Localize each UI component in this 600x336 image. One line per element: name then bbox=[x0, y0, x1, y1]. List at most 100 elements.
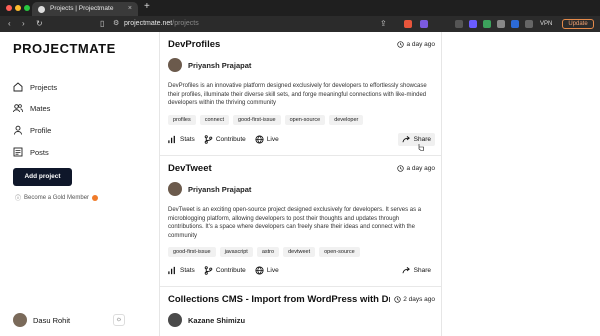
tag[interactable]: open-source bbox=[284, 115, 326, 125]
time-label: a day ago bbox=[406, 41, 435, 48]
reload-icon[interactable]: ↻ bbox=[36, 18, 43, 30]
live-button[interactable]: Live bbox=[255, 266, 279, 275]
stats-label: Stats bbox=[180, 267, 195, 274]
git-branch-icon bbox=[204, 135, 213, 144]
extension-icon[interactable] bbox=[455, 20, 463, 28]
forward-icon[interactable]: › bbox=[22, 18, 25, 30]
theme-toggle-button[interactable]: ☼ bbox=[113, 314, 125, 326]
home-icon bbox=[13, 82, 23, 92]
url-domain: projectmate.net bbox=[124, 20, 173, 27]
git-branch-icon bbox=[204, 266, 213, 275]
tab-title: Projects | Projectmate bbox=[50, 5, 114, 12]
project-author[interactable]: Kazane Shimizu bbox=[168, 313, 245, 327]
maximize-window-button[interactable] bbox=[24, 5, 30, 11]
user-name: Dasu Rohit bbox=[33, 315, 71, 325]
author-name: Kazane Shimizu bbox=[188, 315, 246, 325]
share-label: Share bbox=[413, 267, 431, 274]
project-actions: Stats Contribute Live Share bbox=[168, 266, 435, 275]
sun-icon: ☼ bbox=[115, 316, 123, 323]
tag-list: good-first-issue javascript astro devtwe… bbox=[168, 247, 360, 257]
site-info-icon[interactable]: ⚙ bbox=[113, 18, 119, 30]
share-page-icon[interactable]: ⇪ bbox=[380, 18, 387, 30]
share-label: Share bbox=[413, 136, 431, 143]
extension-icon[interactable] bbox=[483, 20, 491, 28]
contribute-button[interactable]: Contribute bbox=[204, 266, 246, 275]
sidebar-item-label: Profile bbox=[30, 125, 52, 135]
tag[interactable]: good-first-issue bbox=[233, 115, 281, 125]
posts-icon bbox=[13, 147, 23, 157]
project-title[interactable]: DevTweet bbox=[168, 163, 390, 174]
tag[interactable]: open-source bbox=[319, 247, 360, 257]
project-time: a day ago bbox=[397, 41, 435, 48]
tag[interactable]: developer bbox=[329, 115, 364, 125]
history-icon bbox=[397, 165, 405, 172]
tag[interactable]: astro bbox=[256, 247, 280, 257]
extension-icon[interactable] bbox=[511, 20, 519, 28]
add-project-button[interactable]: Add project bbox=[13, 168, 72, 186]
project-time: a day ago bbox=[397, 165, 435, 172]
sidebar-item-label: Mates bbox=[30, 103, 51, 113]
stats-button[interactable]: Stats bbox=[168, 266, 195, 275]
live-label: Live bbox=[266, 136, 279, 143]
contribute-button[interactable]: Contribute bbox=[204, 135, 246, 144]
app-logo[interactable]: PROJECTMATE bbox=[13, 41, 116, 56]
close-window-button[interactable] bbox=[6, 5, 12, 11]
vpn-button[interactable]: VPN bbox=[540, 18, 552, 30]
history-icon bbox=[397, 41, 405, 48]
url-path: /projects bbox=[172, 20, 199, 27]
brave-shield-icon[interactable] bbox=[404, 20, 412, 28]
live-button[interactable]: Live bbox=[255, 135, 279, 144]
contribute-label: Contribute bbox=[215, 267, 246, 274]
stats-label: Stats bbox=[180, 136, 195, 143]
share-button[interactable]: Share bbox=[397, 133, 435, 146]
minimize-window-button[interactable] bbox=[15, 5, 21, 11]
extension-icon[interactable] bbox=[497, 20, 505, 28]
project-card: Collections CMS - Import from WordPress … bbox=[160, 288, 441, 336]
sidebar-item-label: Posts bbox=[30, 147, 49, 157]
sidebar-item-projects[interactable]: Projects bbox=[13, 80, 57, 94]
new-tab-button[interactable]: + bbox=[144, 1, 150, 12]
time-label: 2 days ago bbox=[403, 296, 435, 303]
extension-icon[interactable] bbox=[469, 20, 477, 28]
favicon-icon bbox=[38, 6, 45, 13]
rewards-icon[interactable] bbox=[420, 20, 428, 28]
sidebar-item-mates[interactable]: Mates bbox=[13, 101, 50, 115]
sidebar-item-profile[interactable]: Profile bbox=[13, 123, 51, 137]
current-user[interactable]: Dasu Rohit bbox=[13, 313, 70, 327]
time-label: a day ago bbox=[406, 165, 435, 172]
project-title[interactable]: Collections CMS - Import from WordPress … bbox=[168, 294, 390, 305]
author-name: Priyansh Prajapat bbox=[188, 60, 252, 70]
update-button[interactable]: Update bbox=[562, 19, 594, 29]
gold-member-label: Become a Gold Member bbox=[24, 194, 90, 201]
back-icon[interactable]: ‹ bbox=[8, 18, 11, 30]
sidebar-icon[interactable] bbox=[525, 20, 533, 28]
tag[interactable]: good-first-issue bbox=[168, 247, 216, 257]
project-author[interactable]: Priyansh Prajapat bbox=[168, 182, 251, 196]
sidebar-item-posts[interactable]: Posts bbox=[13, 145, 49, 159]
stats-button[interactable]: Stats bbox=[168, 135, 195, 144]
stats-icon bbox=[168, 135, 175, 144]
tab-close-icon[interactable]: × bbox=[128, 2, 132, 16]
address-bar[interactable]: projectmate.net/projects bbox=[124, 18, 199, 30]
tag-list: profiles connect good-first-issue open-s… bbox=[168, 115, 364, 125]
share-button[interactable]: Share bbox=[398, 264, 435, 277]
project-title[interactable]: DevProfiles bbox=[168, 39, 390, 50]
tag[interactable]: profiles bbox=[168, 115, 196, 125]
info-icon: ⓘ bbox=[15, 196, 22, 202]
stats-icon bbox=[168, 266, 175, 275]
users-icon bbox=[13, 104, 23, 113]
avatar bbox=[168, 182, 182, 196]
contribute-label: Contribute bbox=[215, 136, 246, 143]
history-icon bbox=[394, 296, 401, 303]
avatar bbox=[168, 313, 182, 327]
project-description: DevProfiles is an innovative platform de… bbox=[168, 83, 427, 106]
tag[interactable]: javascript bbox=[219, 247, 253, 257]
browser-tab[interactable]: Projects | Projectmate × bbox=[32, 2, 138, 16]
share-icon bbox=[402, 266, 410, 274]
tag[interactable]: connect bbox=[199, 115, 229, 125]
gold-member-link[interactable]: ⓘ Become a Gold Member bbox=[15, 193, 99, 202]
project-author[interactable]: Priyansh Prajapat bbox=[168, 58, 251, 72]
tag[interactable]: devtweet bbox=[283, 247, 316, 257]
bookmark-icon[interactable]: ▯ bbox=[100, 18, 104, 30]
project-actions: Stats Contribute Live Share bbox=[168, 133, 435, 146]
